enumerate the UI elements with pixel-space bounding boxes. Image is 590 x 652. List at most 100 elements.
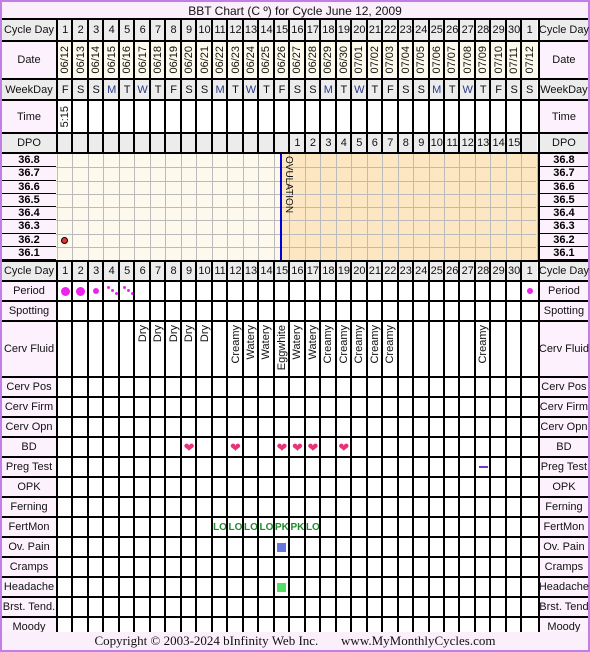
fertmon-cell[interactable] (350, 518, 366, 536)
ferning-cell[interactable] (226, 498, 242, 516)
ferning-cell[interactable] (350, 498, 366, 516)
opk-cell[interactable] (148, 478, 165, 496)
cerv-pos-cell[interactable] (102, 378, 118, 396)
cerv-firm-cell[interactable] (504, 398, 521, 416)
cerv-pos-cell[interactable] (334, 378, 351, 396)
bd-cell[interactable] (102, 438, 118, 456)
headache-cell[interactable] (257, 578, 273, 596)
time-cell[interactable] (71, 101, 87, 132)
opk-cell[interactable] (117, 478, 134, 496)
cramps-cell[interactable] (334, 558, 351, 576)
time-cell[interactable] (334, 101, 351, 132)
brst-tend-cell[interactable] (381, 598, 397, 616)
preg-test-cell[interactable] (443, 458, 459, 476)
brst-tend-cell[interactable] (241, 598, 258, 616)
spotting-cell[interactable] (241, 302, 258, 320)
brst-tend-cell[interactable] (396, 598, 413, 616)
cerv-pos-cell[interactable] (210, 378, 227, 396)
ov-pain-cell[interactable] (520, 538, 536, 556)
spotting-cell[interactable] (56, 302, 72, 320)
preg-test-cell[interactable] (427, 458, 444, 476)
preg-test-cell[interactable] (164, 458, 180, 476)
period-cell[interactable] (334, 282, 351, 300)
cerv-firm-cell[interactable] (489, 398, 505, 416)
ov-pain-cell[interactable] (427, 538, 444, 556)
brst-tend-cell[interactable] (71, 598, 87, 616)
opk-cell[interactable] (489, 478, 505, 496)
fertmon-cell[interactable]: LO (303, 518, 320, 536)
headache-cell[interactable] (102, 578, 118, 596)
cerv-firm-cell[interactable] (241, 398, 258, 416)
spotting-cell[interactable] (427, 302, 444, 320)
ferning-cell[interactable] (473, 498, 490, 516)
period-cell[interactable] (257, 282, 273, 300)
cerv-firm-cell[interactable] (288, 398, 304, 416)
cerv-opn-cell[interactable] (412, 418, 428, 436)
spotting-cell[interactable] (133, 302, 149, 320)
cerv-pos-cell[interactable] (195, 378, 211, 396)
cerv-fluid-cell[interactable]: Dry (179, 322, 196, 376)
bd-cell[interactable] (365, 438, 382, 456)
ov-pain-cell[interactable] (396, 538, 413, 556)
fertmon-cell[interactable] (56, 518, 72, 536)
cerv-opn-cell[interactable] (257, 418, 273, 436)
cramps-cell[interactable] (443, 558, 459, 576)
time-cell[interactable] (504, 101, 521, 132)
headache-cell[interactable] (458, 578, 474, 596)
brst-tend-cell[interactable] (319, 598, 335, 616)
cerv-opn-cell[interactable] (458, 418, 474, 436)
cerv-pos-cell[interactable] (288, 378, 304, 396)
brst-tend-cell[interactable] (443, 598, 459, 616)
cerv-pos-cell[interactable] (489, 378, 505, 396)
preg-test-cell[interactable] (179, 458, 196, 476)
cerv-pos-cell[interactable] (56, 378, 72, 396)
brst-tend-cell[interactable] (350, 598, 366, 616)
preg-test-cell[interactable] (458, 458, 474, 476)
headache-cell[interactable] (412, 578, 428, 596)
brst-tend-cell[interactable] (489, 598, 505, 616)
headache-cell[interactable] (195, 578, 211, 596)
cerv-opn-cell[interactable] (117, 418, 134, 436)
brst-tend-cell[interactable] (117, 598, 134, 616)
spotting-cell[interactable] (334, 302, 351, 320)
preg-test-cell[interactable] (303, 458, 320, 476)
opk-cell[interactable] (257, 478, 273, 496)
ferning-cell[interactable] (303, 498, 320, 516)
time-cell[interactable] (133, 101, 149, 132)
period-cell[interactable] (102, 282, 119, 300)
bd-cell[interactable] (319, 438, 335, 456)
cerv-pos-cell[interactable] (381, 378, 397, 396)
headache-cell[interactable] (319, 578, 335, 596)
fertmon-cell[interactable] (102, 518, 118, 536)
cerv-opn-cell[interactable] (86, 418, 103, 436)
ferning-cell[interactable] (412, 498, 428, 516)
cerv-opn-cell[interactable] (520, 418, 536, 436)
preg-test-cell[interactable] (473, 458, 490, 476)
headache-cell[interactable] (381, 578, 397, 596)
ferning-cell[interactable] (272, 498, 289, 516)
cerv-opn-cell[interactable] (288, 418, 304, 436)
cerv-fluid-cell[interactable]: Watery (257, 322, 273, 376)
fertmon-cell[interactable]: LO (241, 518, 258, 536)
cerv-firm-cell[interactable] (412, 398, 428, 416)
time-cell[interactable] (303, 101, 320, 132)
period-cell[interactable] (288, 282, 304, 300)
ferning-cell[interactable] (427, 498, 444, 516)
period-cell[interactable] (412, 282, 428, 300)
ov-pain-cell[interactable] (303, 538, 320, 556)
cerv-pos-cell[interactable] (412, 378, 428, 396)
cerv-pos-cell[interactable] (133, 378, 149, 396)
headache-cell[interactable] (86, 578, 103, 596)
fertmon-cell[interactable] (179, 518, 196, 536)
preg-test-cell[interactable] (288, 458, 304, 476)
cerv-firm-cell[interactable] (365, 398, 382, 416)
spotting-cell[interactable] (195, 302, 211, 320)
cerv-firm-cell[interactable] (257, 398, 273, 416)
ferning-cell[interactable] (241, 498, 258, 516)
bd-cell[interactable] (257, 438, 273, 456)
opk-cell[interactable] (288, 478, 304, 496)
time-cell[interactable] (241, 101, 258, 132)
time-cell[interactable] (520, 101, 536, 132)
cerv-fluid-cell[interactable]: Dry (164, 322, 180, 376)
period-cell[interactable] (226, 282, 242, 300)
